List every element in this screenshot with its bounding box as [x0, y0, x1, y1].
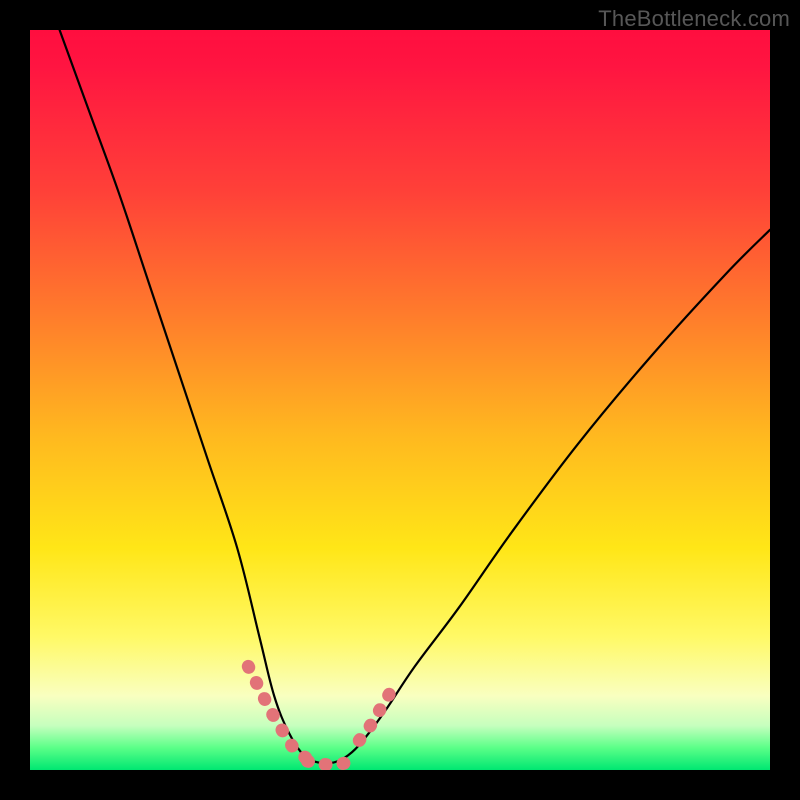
plot-area — [30, 30, 770, 770]
bottleneck-curve — [60, 30, 770, 764]
right-ascent-highlight — [359, 689, 392, 741]
watermark-label: TheBottleneck.com — [598, 6, 790, 32]
valley-floor-highlight — [308, 761, 352, 765]
chart-canvas: TheBottleneck.com — [0, 0, 800, 800]
curve-layer — [30, 30, 770, 770]
left-descent-highlight — [248, 666, 318, 762]
